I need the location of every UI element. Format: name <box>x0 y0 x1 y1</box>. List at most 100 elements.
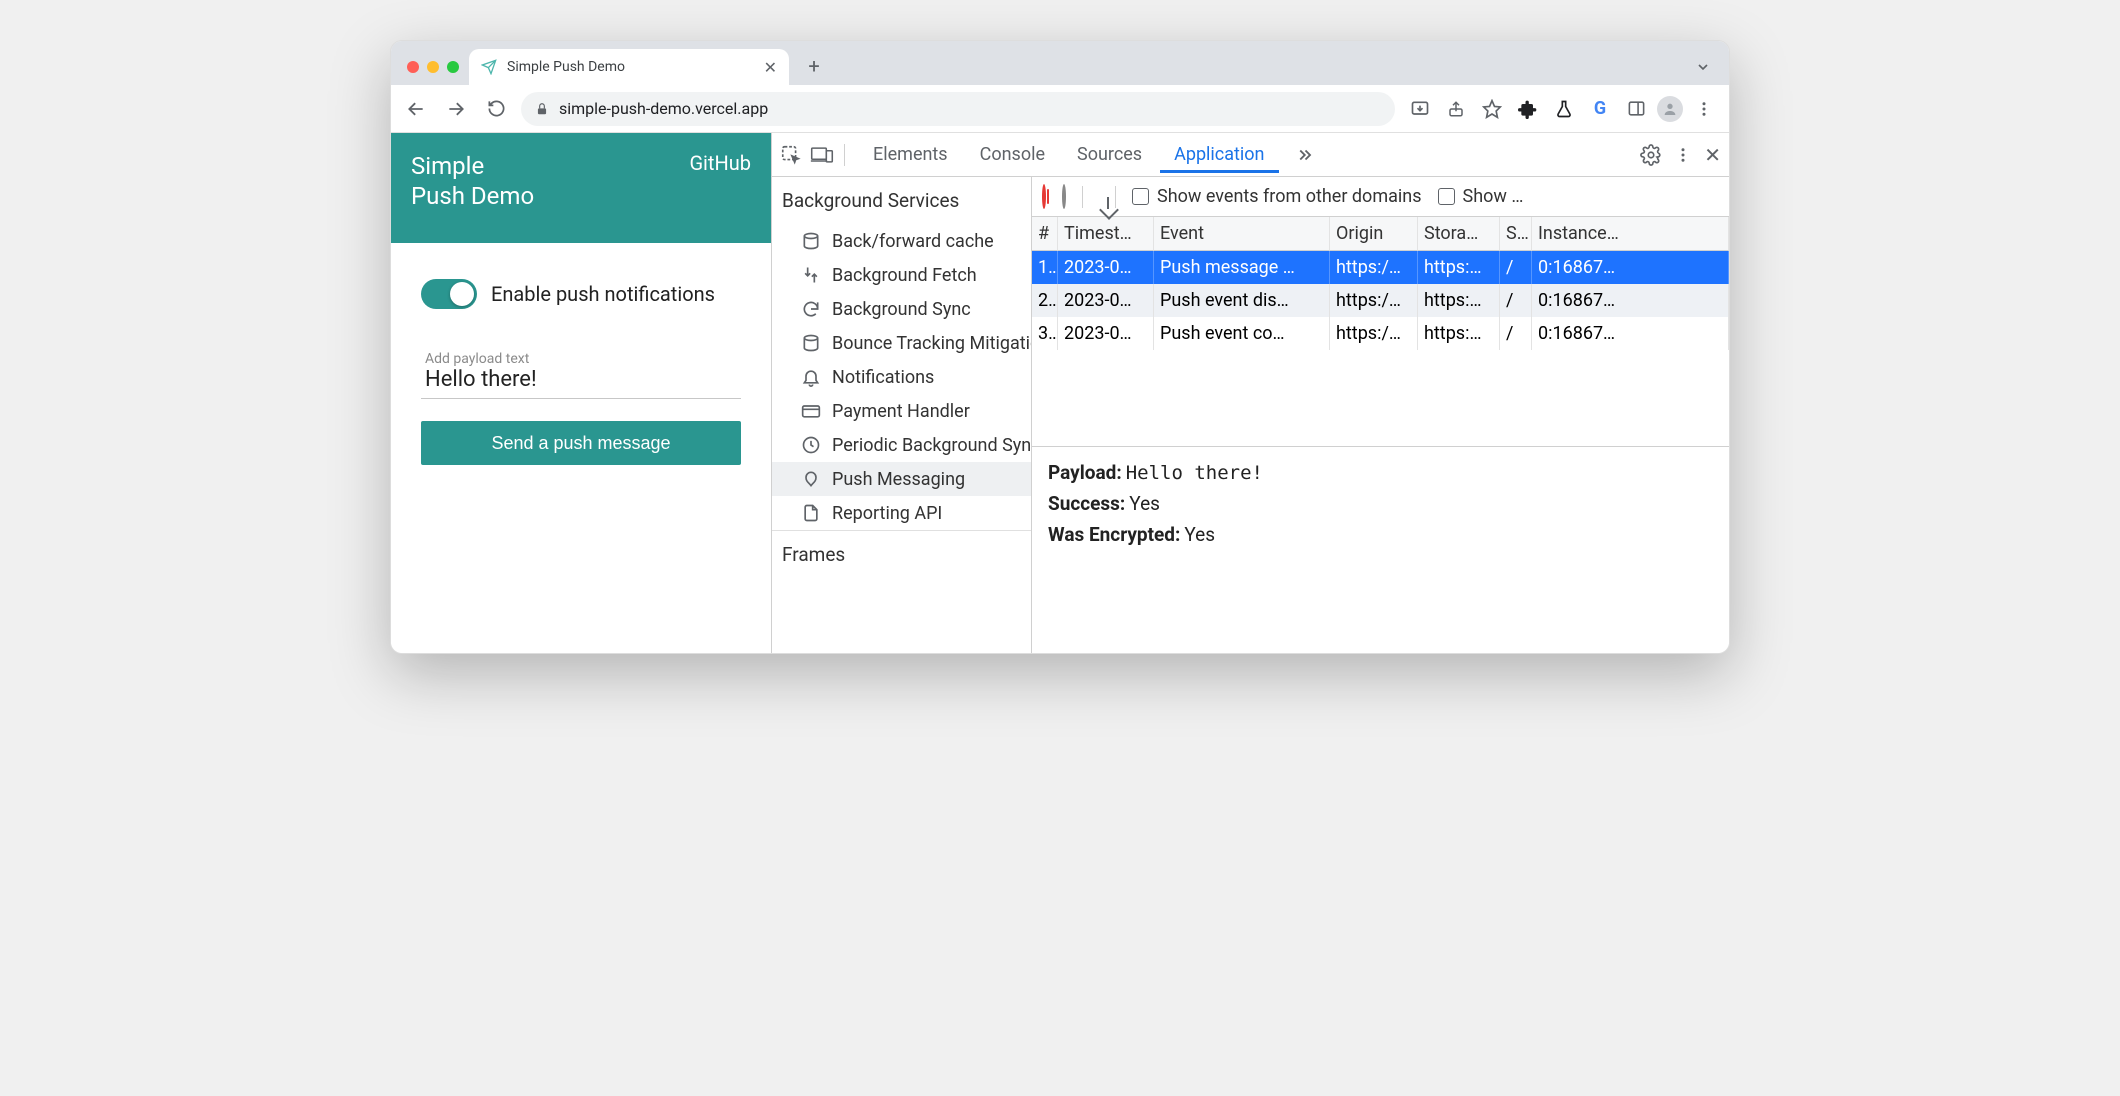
table-cell: https:/… <box>1330 251 1418 284</box>
detail-key-payload: Payload: <box>1048 461 1122 484</box>
sidebar-item-icon <box>800 434 822 456</box>
table-cell: 0:16867… <box>1532 317 1729 350</box>
devtools-close-icon[interactable]: ✕ <box>1704 143 1721 167</box>
clear-button[interactable] <box>1062 186 1066 207</box>
kebab-menu-icon[interactable] <box>1689 94 1719 124</box>
devtools-main: Show events from other domains Show … # … <box>1032 177 1729 653</box>
devtools-settings-icon[interactable] <box>1640 144 1662 166</box>
browser-tab[interactable]: Simple Push Demo ✕ <box>469 49 789 85</box>
sidebar-item[interactable]: Payment Handler <box>772 394 1031 428</box>
sidebar-item[interactable]: Push Messaging <box>772 462 1031 496</box>
table-cell: 2. <box>1032 284 1058 317</box>
payload-label: Add payload text <box>425 351 737 367</box>
col-event[interactable]: Event <box>1154 217 1330 251</box>
sidebar-item-label: Background Fetch <box>832 265 977 286</box>
table-row[interactable]: 2.2023-0…Push event dis…https:/…https:…/… <box>1032 284 1729 317</box>
sidebar-section-frames[interactable]: Frames <box>772 530 1031 578</box>
reload-button[interactable] <box>481 94 511 124</box>
checkbox-label: Show events from other domains <box>1157 186 1422 207</box>
table-row[interactable]: 3.2023-0…Push event co…https:/…https:…/0… <box>1032 317 1729 350</box>
sidebar-item[interactable]: Notifications <box>772 360 1031 394</box>
table-cell: / <box>1500 317 1532 350</box>
github-link[interactable]: GitHub <box>689 151 751 175</box>
sidebar-item-icon <box>800 264 822 286</box>
maximize-window-button[interactable] <box>447 61 459 73</box>
table-cell: / <box>1500 251 1532 284</box>
tab-close-button[interactable]: ✕ <box>764 58 777 77</box>
table-cell: https:/… <box>1330 284 1418 317</box>
devtools-menu-icon[interactable] <box>1674 146 1692 164</box>
close-window-button[interactable] <box>407 61 419 73</box>
devtools-tab-application[interactable]: Application <box>1160 136 1278 173</box>
table-cell: Push message … <box>1154 251 1330 284</box>
bookmark-star-icon[interactable] <box>1477 94 1507 124</box>
detail-val-encrypted: Yes <box>1184 523 1215 546</box>
devtools-tab-elements[interactable]: Elements <box>859 136 962 173</box>
sidebar-section-background-services[interactable]: Background Services <box>772 177 1031 224</box>
extensions-puzzle-icon[interactable] <box>1513 94 1543 124</box>
table-header: # Timest… Event Origin Stora… S.. Instan… <box>1032 217 1729 251</box>
payload-field[interactable]: Add payload text Hello there! <box>421 343 741 399</box>
sidebar-item-label: Periodic Background Sync <box>832 435 1031 456</box>
sidebar-item-icon <box>800 230 822 252</box>
show-truncated-checkbox[interactable]: Show … <box>1438 186 1524 207</box>
more-tabs-icon[interactable] <box>1283 146 1325 164</box>
detail-key-encrypted: Was Encrypted: <box>1048 523 1180 546</box>
col-index[interactable]: # <box>1032 217 1058 251</box>
lock-icon <box>535 102 549 116</box>
table-cell: 3. <box>1032 317 1058 350</box>
google-account-icon[interactable]: G <box>1585 94 1615 124</box>
install-app-icon[interactable] <box>1405 94 1435 124</box>
side-panel-icon[interactable] <box>1621 94 1651 124</box>
page-header: Simple Push Demo GitHub <box>391 133 771 243</box>
profile-avatar[interactable] <box>1657 96 1683 122</box>
page-title-line: Push Demo <box>411 181 534 211</box>
sidebar-item[interactable]: Bounce Tracking Mitigations <box>772 326 1031 360</box>
sidebar-item[interactable]: Periodic Background Sync <box>772 428 1031 462</box>
minimize-window-button[interactable] <box>427 61 439 73</box>
sidebar-item-label: Notifications <box>832 367 934 388</box>
event-details: Payload:Hello there! Success:Yes Was Enc… <box>1032 447 1729 568</box>
col-timestamp[interactable]: Timest… <box>1058 217 1154 251</box>
inspect-element-icon[interactable] <box>780 144 802 166</box>
paper-plane-icon <box>481 59 497 75</box>
table-row[interactable]: 1.2023-0…Push message …https:/…https:…/0… <box>1032 251 1729 284</box>
sidebar-item[interactable]: Background Fetch <box>772 258 1031 292</box>
sidebar-item-label: Push Messaging <box>832 469 965 490</box>
record-button[interactable] <box>1042 186 1046 207</box>
labs-flask-icon[interactable] <box>1549 94 1579 124</box>
table-cell: Push event dis… <box>1154 284 1330 317</box>
col-sw[interactable]: S.. <box>1500 217 1532 251</box>
push-toggle[interactable] <box>421 279 477 309</box>
sidebar-item[interactable]: Back/forward cache <box>772 224 1031 258</box>
address-bar[interactable]: simple-push-demo.vercel.app <box>521 92 1395 126</box>
forward-button[interactable] <box>441 94 471 124</box>
send-push-button[interactable]: Send a push message <box>421 421 741 465</box>
device-toolbar-icon[interactable] <box>810 144 834 166</box>
tabs-dropdown-button[interactable] <box>1695 59 1711 75</box>
sidebar-item-icon <box>800 400 822 422</box>
checkbox-icon <box>1132 188 1149 205</box>
devtools-panel: Elements Console Sources Application ✕ B… <box>771 133 1729 653</box>
detail-val-success: Yes <box>1129 492 1160 515</box>
checkbox-label: Show … <box>1463 186 1524 207</box>
browser-window: Simple Push Demo ✕ + simple-push-demo.ve… <box>390 40 1730 654</box>
col-origin[interactable]: Origin <box>1330 217 1418 251</box>
payload-value: Hello there! <box>425 367 737 392</box>
table-cell: 2023-0… <box>1058 317 1154 350</box>
show-other-domains-checkbox[interactable]: Show events from other domains <box>1132 186 1422 207</box>
col-storage[interactable]: Stora… <box>1418 217 1500 251</box>
url-text: simple-push-demo.vercel.app <box>559 99 768 118</box>
sidebar-item-label: Payment Handler <box>832 401 970 422</box>
sidebar-item[interactable]: Reporting API <box>772 496 1031 530</box>
new-tab-button[interactable]: + <box>799 51 829 81</box>
devtools-sidebar: Background Services Back/forward cache Ba… <box>772 177 1032 653</box>
events-toolbar: Show events from other domains Show … <box>1032 177 1729 217</box>
devtools-tab-console[interactable]: Console <box>966 136 1059 173</box>
col-instance[interactable]: Instance… <box>1532 217 1729 251</box>
devtools-tab-sources[interactable]: Sources <box>1063 136 1156 173</box>
back-button[interactable] <box>401 94 431 124</box>
table-cell: 2023-0… <box>1058 251 1154 284</box>
sidebar-item[interactable]: Background Sync <box>772 292 1031 326</box>
share-icon[interactable] <box>1441 94 1471 124</box>
